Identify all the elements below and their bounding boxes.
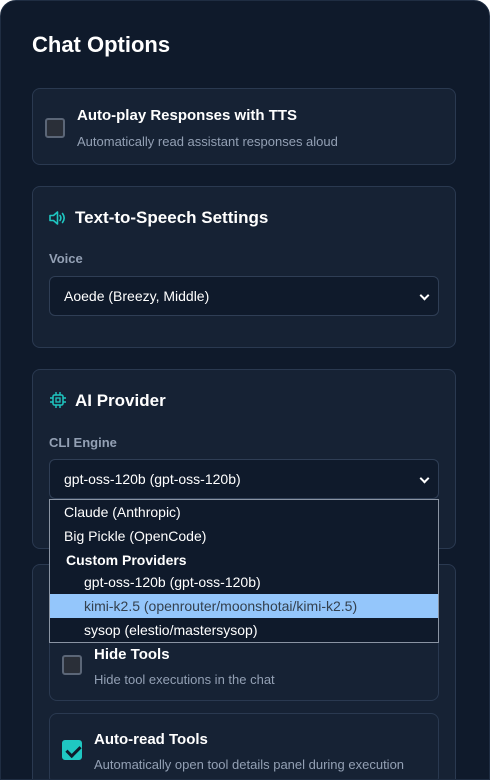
dropdown-option-big-pickle[interactable]: Big Pickle (OpenCode) (50, 524, 438, 548)
tts-section-title: Text-to-Speech Settings (75, 208, 269, 227)
cli-engine-label: CLI Engine (49, 435, 117, 450)
cli-engine-dropdown: Claude (Anthropic) Big Pickle (OpenCode)… (49, 499, 439, 643)
voice-select[interactable]: Aoede (Breezy, Middle) (49, 276, 439, 316)
hide-tools-checkbox[interactable] (62, 655, 82, 675)
autoread-tools-title: Auto-read Tools (94, 731, 208, 748)
speaker-icon (49, 211, 65, 225)
hide-tools-title: Hide Tools (94, 646, 170, 663)
autoread-tools-option[interactable]: Auto-read Tools Automatically open tool … (49, 713, 439, 779)
autoplay-description: Automatically read assistant responses a… (77, 134, 338, 149)
tts-settings-card: Text-to-Speech Settings Voice Aoede (Bre… (32, 186, 456, 348)
panel-title: Chat Options (32, 32, 171, 57)
voice-label: Voice (49, 251, 83, 266)
hide-tools-description: Hide tool executions in the chat (94, 672, 275, 687)
dropdown-option-gpt-oss[interactable]: gpt-oss-120b (gpt-oss-120b) (50, 570, 438, 594)
autoread-tools-description: Automatically open tool details panel du… (94, 757, 405, 772)
dropdown-option-sysop[interactable]: sysop (elestio/mastersysop) (50, 618, 438, 642)
dropdown-option-kimi[interactable]: kimi-k2.5 (openrouter/moonshotai/kimi-k2… (50, 594, 438, 618)
autoread-tools-checkbox[interactable] (62, 740, 82, 760)
chevron-down-icon (419, 290, 430, 301)
provider-section-title: AI Provider (75, 391, 166, 410)
autoplay-card[interactable]: Auto-play Responses with TTS Automatical… (32, 88, 456, 165)
cli-engine-select-value: gpt-oss-120b (gpt-oss-120b) (64, 471, 241, 487)
dropdown-group-custom-providers: Custom Providers (66, 552, 187, 568)
autoplay-title: Auto-play Responses with TTS (77, 107, 298, 124)
dropdown-option-claude[interactable]: Claude (Anthropic) (50, 500, 438, 524)
voice-select-value: Aoede (Breezy, Middle) (64, 288, 210, 304)
chat-options-panel: Chat Options Auto-play Responses with TT… (0, 0, 490, 780)
chip-icon (50, 392, 66, 408)
cli-engine-select[interactable]: gpt-oss-120b (gpt-oss-120b) (49, 459, 439, 499)
autoplay-checkbox[interactable] (45, 118, 65, 138)
chevron-down-icon (419, 473, 430, 484)
